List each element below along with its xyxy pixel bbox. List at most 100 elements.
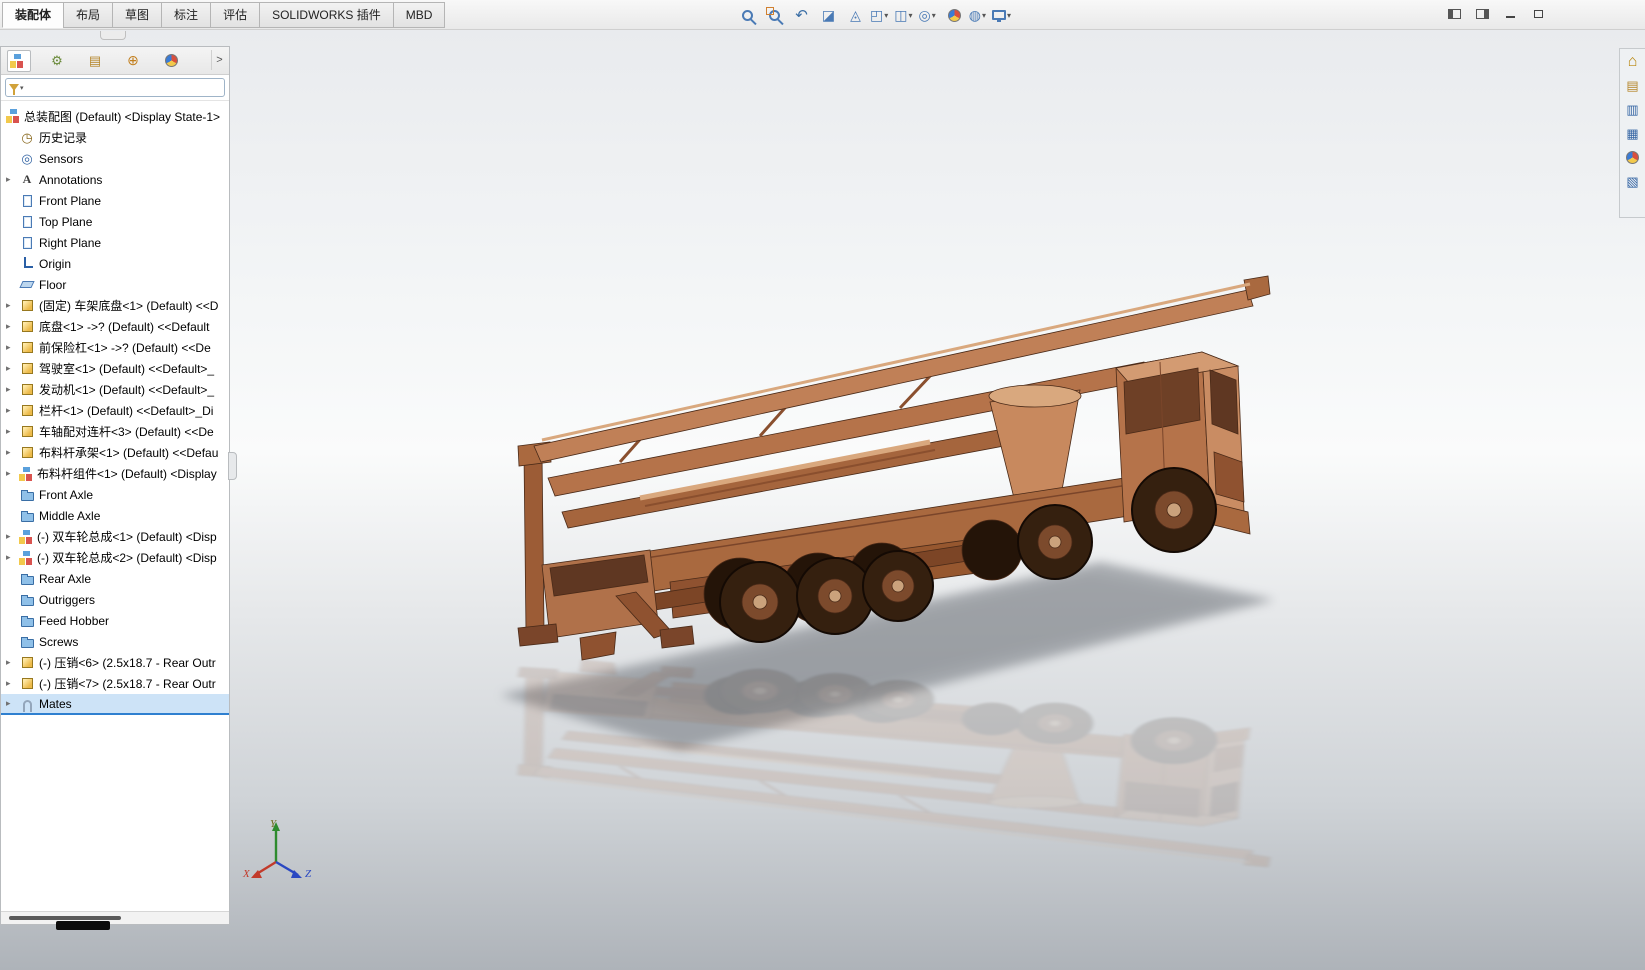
scene-icon — [969, 8, 981, 22]
tree-item-mates[interactable]: Mates — [1, 694, 229, 715]
feature-tree-icon — [10, 53, 24, 68]
tree-item-component[interactable]: 栏杆<1> (Default) <<Default>_Di — [1, 400, 229, 421]
tab-solidworks-addins[interactable]: SOLIDWORKS 插件 — [259, 1, 393, 28]
expand-arrow-icon[interactable] — [6, 174, 19, 185]
solidworks-window: Y X Z 装配体 布局 草图 标注 评估 SOLIDWORKS 插件 MBD — [0, 0, 1645, 970]
display-style-button[interactable]: ▾ — [894, 8, 912, 22]
tree-item-floor[interactable]: Floor — [1, 274, 229, 295]
panel-collapse-handle[interactable] — [100, 31, 126, 40]
tree-item-component[interactable]: (-) 压销<7> (2.5x18.7 - Rear Outr — [1, 673, 229, 694]
tree-item-origin[interactable]: Origin — [1, 253, 229, 274]
view-settings-button[interactable]: ▾ — [991, 10, 1011, 22]
toggle-right-pane-button[interactable] — [1471, 4, 1493, 23]
expand-arrow-icon[interactable] — [6, 405, 19, 416]
tree-item-folder[interactable]: Rear Axle — [1, 568, 229, 589]
home-icon[interactable] — [1624, 53, 1642, 70]
tree-item-folder[interactable]: Feed Hobber — [1, 610, 229, 631]
tree-item-annotations[interactable]: Annotations — [1, 169, 229, 190]
tab-mbd[interactable]: MBD — [392, 1, 446, 28]
expand-arrow-icon[interactable] — [6, 426, 19, 437]
tree-item-component[interactable]: 车轴配对连杆<3> (Default) <<De — [1, 421, 229, 442]
expand-arrow-icon[interactable] — [6, 363, 19, 374]
expand-arrow-icon[interactable] — [6, 300, 19, 311]
apply-scene-button[interactable]: ▾ — [969, 8, 986, 22]
panel-splitter-handle[interactable] — [228, 452, 237, 480]
panel-tab-strip: > — [1, 47, 229, 75]
tree-root-item[interactable]: 总装配图 (Default) <Display State-1> — [1, 105, 229, 127]
zoom-to-area-button[interactable] — [762, 3, 787, 27]
custom-properties-icon[interactable] — [1624, 173, 1642, 190]
filter-funnel-icon[interactable] — [9, 84, 19, 95]
tree-item-front-plane[interactable]: Front Plane — [1, 190, 229, 211]
expand-arrow-icon[interactable] — [6, 447, 19, 458]
tree-item-folder[interactable]: Front Axle — [1, 484, 229, 505]
expand-arrow-icon[interactable] — [6, 698, 19, 709]
expand-arrow-icon[interactable] — [6, 657, 19, 668]
expand-arrow-icon[interactable] — [6, 342, 19, 353]
filter-caret-icon[interactable]: ▾ — [20, 84, 24, 92]
expand-arrow-icon — [6, 573, 19, 584]
file-explorer-icon[interactable] — [1624, 101, 1642, 118]
dimxpertmanager-tab[interactable] — [121, 50, 145, 72]
tree-item-component[interactable]: (固定) 车架底盘<1> (Default) <<D — [1, 295, 229, 316]
tree-item-subassembly[interactable]: (-) 双车轮总成<1> (Default) <Disp — [1, 526, 229, 547]
section-view-button[interactable] — [816, 3, 841, 27]
right-pane-icon — [1475, 8, 1489, 19]
featuremanager-tab[interactable] — [7, 49, 31, 72]
appearances-icon[interactable] — [1624, 149, 1642, 166]
minimize-button[interactable] — [1499, 4, 1521, 23]
part-icon — [21, 384, 33, 395]
graphics-viewport[interactable]: Y X Z — [0, 30, 1645, 970]
expand-arrow-icon[interactable] — [6, 384, 19, 395]
tree-item-component[interactable]: 前保险杠<1> ->? (Default) <<De — [1, 337, 229, 358]
tab-layout[interactable]: 布局 — [63, 1, 113, 28]
configurationmanager-tab[interactable] — [83, 50, 107, 72]
filter-box[interactable]: ▾ — [5, 78, 225, 97]
displaymanager-tab[interactable] — [159, 50, 183, 72]
design-library-icon[interactable] — [1624, 77, 1642, 94]
part-icon — [21, 657, 33, 668]
tree-item-sensors[interactable]: Sensors — [1, 148, 229, 169]
zoom-to-fit-button[interactable] — [735, 3, 760, 27]
previous-view-button[interactable] — [789, 3, 814, 27]
tree-item-subassembly[interactable]: (-) 双车轮总成<2> (Default) <Disp — [1, 547, 229, 568]
task-pane-strip — [1619, 48, 1645, 218]
tree-item-component[interactable]: 底盘<1> ->? (Default) <<Default — [1, 316, 229, 337]
plane-icon — [22, 236, 32, 249]
window-controls — [1443, 4, 1549, 23]
tree-item-history[interactable]: 历史记录 — [1, 127, 229, 148]
expand-arrow-icon[interactable] — [6, 468, 19, 479]
toggle-left-pane-button[interactable] — [1443, 4, 1465, 23]
hide-show-items-button[interactable]: ▾ — [919, 8, 936, 22]
tree-item-component[interactable]: 驾驶室<1> (Default) <<Default>_ — [1, 358, 229, 379]
maximize-button[interactable] — [1527, 4, 1549, 23]
tree-item-component[interactable]: 布料杆承架<1> (Default) <<Defau — [1, 442, 229, 463]
scrollbar-thumb[interactable] — [9, 916, 121, 920]
tab-annotation[interactable]: 标注 — [161, 1, 211, 28]
expand-arrow-icon[interactable] — [6, 552, 19, 563]
panel-horizontal-scrollbar[interactable] — [1, 911, 229, 924]
tab-sketch[interactable]: 草图 — [112, 1, 162, 28]
pump-truck-model[interactable] — [430, 250, 1280, 890]
expand-arrow-icon[interactable] — [6, 531, 19, 542]
tree-item-folder[interactable]: Outriggers — [1, 589, 229, 610]
expand-arrow-icon[interactable] — [6, 321, 19, 332]
view-orientation-button[interactable]: ▾ — [870, 8, 888, 22]
expand-arrow-icon[interactable] — [6, 678, 19, 689]
tab-evaluate[interactable]: 评估 — [210, 1, 260, 28]
tree-item-top-plane[interactable]: Top Plane — [1, 211, 229, 232]
propertymanager-tab[interactable] — [45, 50, 69, 72]
tab-assembly[interactable]: 装配体 — [2, 1, 64, 28]
filter-input[interactable] — [27, 81, 221, 94]
tree-item-component[interactable]: 发动机<1> (Default) <<Default>_ — [1, 379, 229, 400]
tree-item-component[interactable]: (-) 压销<6> (2.5x18.7 - Rear Outr — [1, 652, 229, 673]
panel-expand-chevron[interactable]: > — [211, 50, 227, 70]
dropdown-caret-icon: ▾ — [981, 10, 986, 20]
tree-item-subassembly[interactable]: 布料杆组件<1> (Default) <Display — [1, 463, 229, 484]
edit-appearance-button[interactable] — [942, 3, 967, 27]
tree-item-folder[interactable]: Screws — [1, 631, 229, 652]
view-palette-icon[interactable] — [1624, 125, 1642, 142]
dynamic-annotation-views-button[interactable] — [843, 3, 868, 27]
tree-item-folder[interactable]: Middle Axle — [1, 505, 229, 526]
tree-item-right-plane[interactable]: Right Plane — [1, 232, 229, 253]
